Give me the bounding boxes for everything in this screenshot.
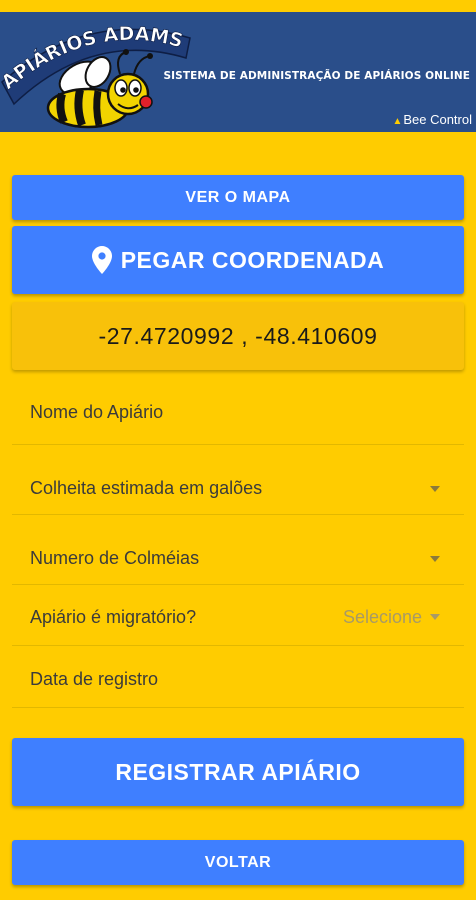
harvest-estimate-select[interactable]: Colheita estimada em galões bbox=[12, 462, 464, 515]
hive-count-placeholder: Numero de Colméias bbox=[30, 548, 200, 568]
field-divider bbox=[12, 584, 464, 585]
bee-control-mark-icon: ▲ bbox=[392, 116, 403, 127]
registration-date-field[interactable]: Data de registro bbox=[12, 650, 464, 708]
dropdown-caret-icon bbox=[430, 555, 440, 562]
view-map-button[interactable]: VER O MAPA bbox=[12, 175, 464, 220]
app-header: APIÁRIOS ADAMS S bbox=[0, 12, 476, 132]
field-divider bbox=[12, 645, 464, 646]
apiary-name-placeholder: Nome do Apiário bbox=[30, 402, 164, 422]
back-label: VOLTAR bbox=[204, 853, 272, 871]
register-apiary-button[interactable]: REGISTRAR APIÁRIO bbox=[12, 738, 464, 806]
register-apiary-label: REGISTRAR APIÁRIO bbox=[115, 758, 361, 785]
field-divider bbox=[12, 444, 464, 445]
migratory-select[interactable]: Selecione bbox=[343, 607, 422, 628]
field-divider bbox=[12, 707, 464, 708]
map-pin-icon bbox=[91, 246, 112, 274]
header-tagline: SISTEMA DE ADMINISTRAÇÃO DE APIÁRIOS ONL… bbox=[163, 70, 470, 82]
coordinates-display: -27.4720992 , -48.410609 bbox=[12, 302, 464, 370]
dropdown-caret-icon bbox=[430, 485, 440, 492]
get-coordinate-label: PEGAR COORDENADA bbox=[120, 246, 385, 273]
field-divider bbox=[12, 514, 464, 515]
registration-date-placeholder: Data de registro bbox=[30, 668, 159, 689]
get-coordinate-button[interactable]: PEGAR COORDENADA bbox=[12, 226, 464, 294]
hive-count-select[interactable]: Numero de Colméias bbox=[12, 532, 464, 585]
brand-bee-control: ▲Bee Control bbox=[392, 112, 472, 127]
dropdown-caret-icon bbox=[430, 614, 440, 620]
migratory-row: Apiário é migratório? Selecione bbox=[12, 588, 464, 646]
brand-name: Bee Control bbox=[403, 112, 472, 127]
back-button[interactable]: VOLTAR bbox=[12, 840, 464, 885]
view-map-label: VER O MAPA bbox=[185, 188, 291, 206]
harvest-estimate-placeholder: Colheita estimada em galões bbox=[30, 478, 263, 498]
apiary-name-field[interactable]: Nome do Apiário bbox=[12, 380, 464, 445]
migratory-label: Apiário é migratório? bbox=[30, 606, 197, 627]
